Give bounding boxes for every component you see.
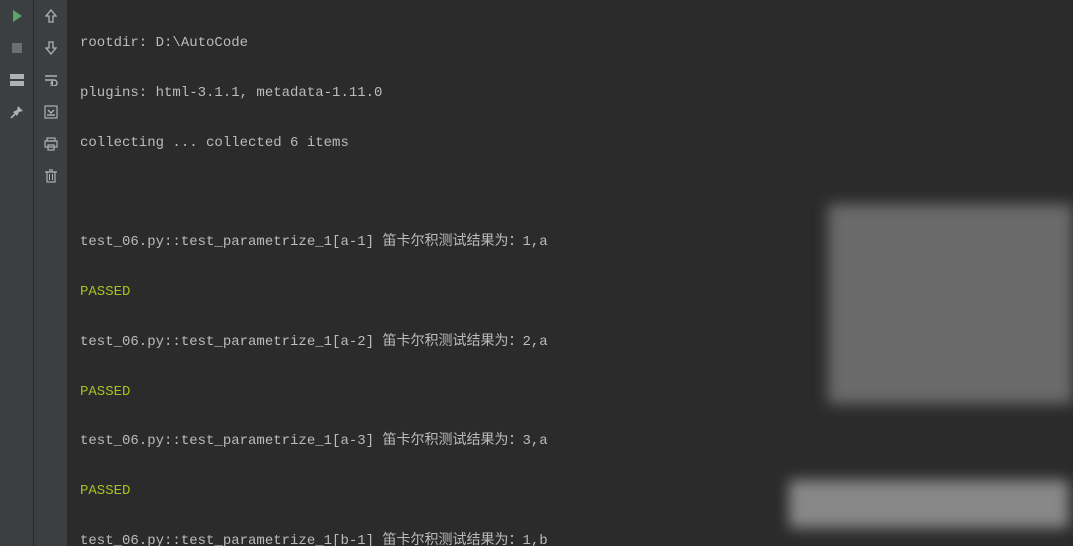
redacted-region [789,480,1069,528]
print-button[interactable] [38,132,64,156]
console-line [80,180,1063,205]
console-line: collecting ... collected 6 items [80,131,1063,156]
clear-all-button[interactable] [38,164,64,188]
pin-icon [10,105,24,119]
down-button[interactable] [38,36,64,60]
scroll-to-end-button[interactable] [38,100,64,124]
stop-icon [11,42,23,54]
scroll-icon [44,105,58,119]
down-icon [45,41,57,55]
run-icon [10,9,24,23]
print-icon [44,137,58,151]
wrap-icon [44,74,58,86]
console-panel: rootdir: D:\AutoCode plugins: html-3.1.1… [68,0,1073,546]
test-line: test_06.py::test_parametrize_1[b-1] 笛卡尔积… [80,529,1063,546]
stop-button[interactable] [4,36,30,60]
run-toolbar-primary [0,0,34,546]
layout-button[interactable] [4,68,30,92]
up-icon [45,9,57,23]
up-button[interactable] [38,4,64,28]
layout-icon [10,74,24,86]
test-line: test_06.py::test_parametrize_1[a-3] 笛卡尔积… [80,429,1063,454]
trash-icon [45,169,57,183]
redacted-region [828,204,1073,404]
console-line: rootdir: D:\AutoCode [80,31,1063,56]
scrollbar-track[interactable] [1063,0,1073,546]
console-line: plugins: html-3.1.1, metadata-1.11.0 [80,81,1063,106]
soft-wrap-button[interactable] [38,68,64,92]
run-tool-window: rootdir: D:\AutoCode plugins: html-3.1.1… [0,0,1073,546]
run-button[interactable] [4,4,30,28]
run-toolbar-secondary [34,0,68,546]
pin-button[interactable] [4,100,30,124]
